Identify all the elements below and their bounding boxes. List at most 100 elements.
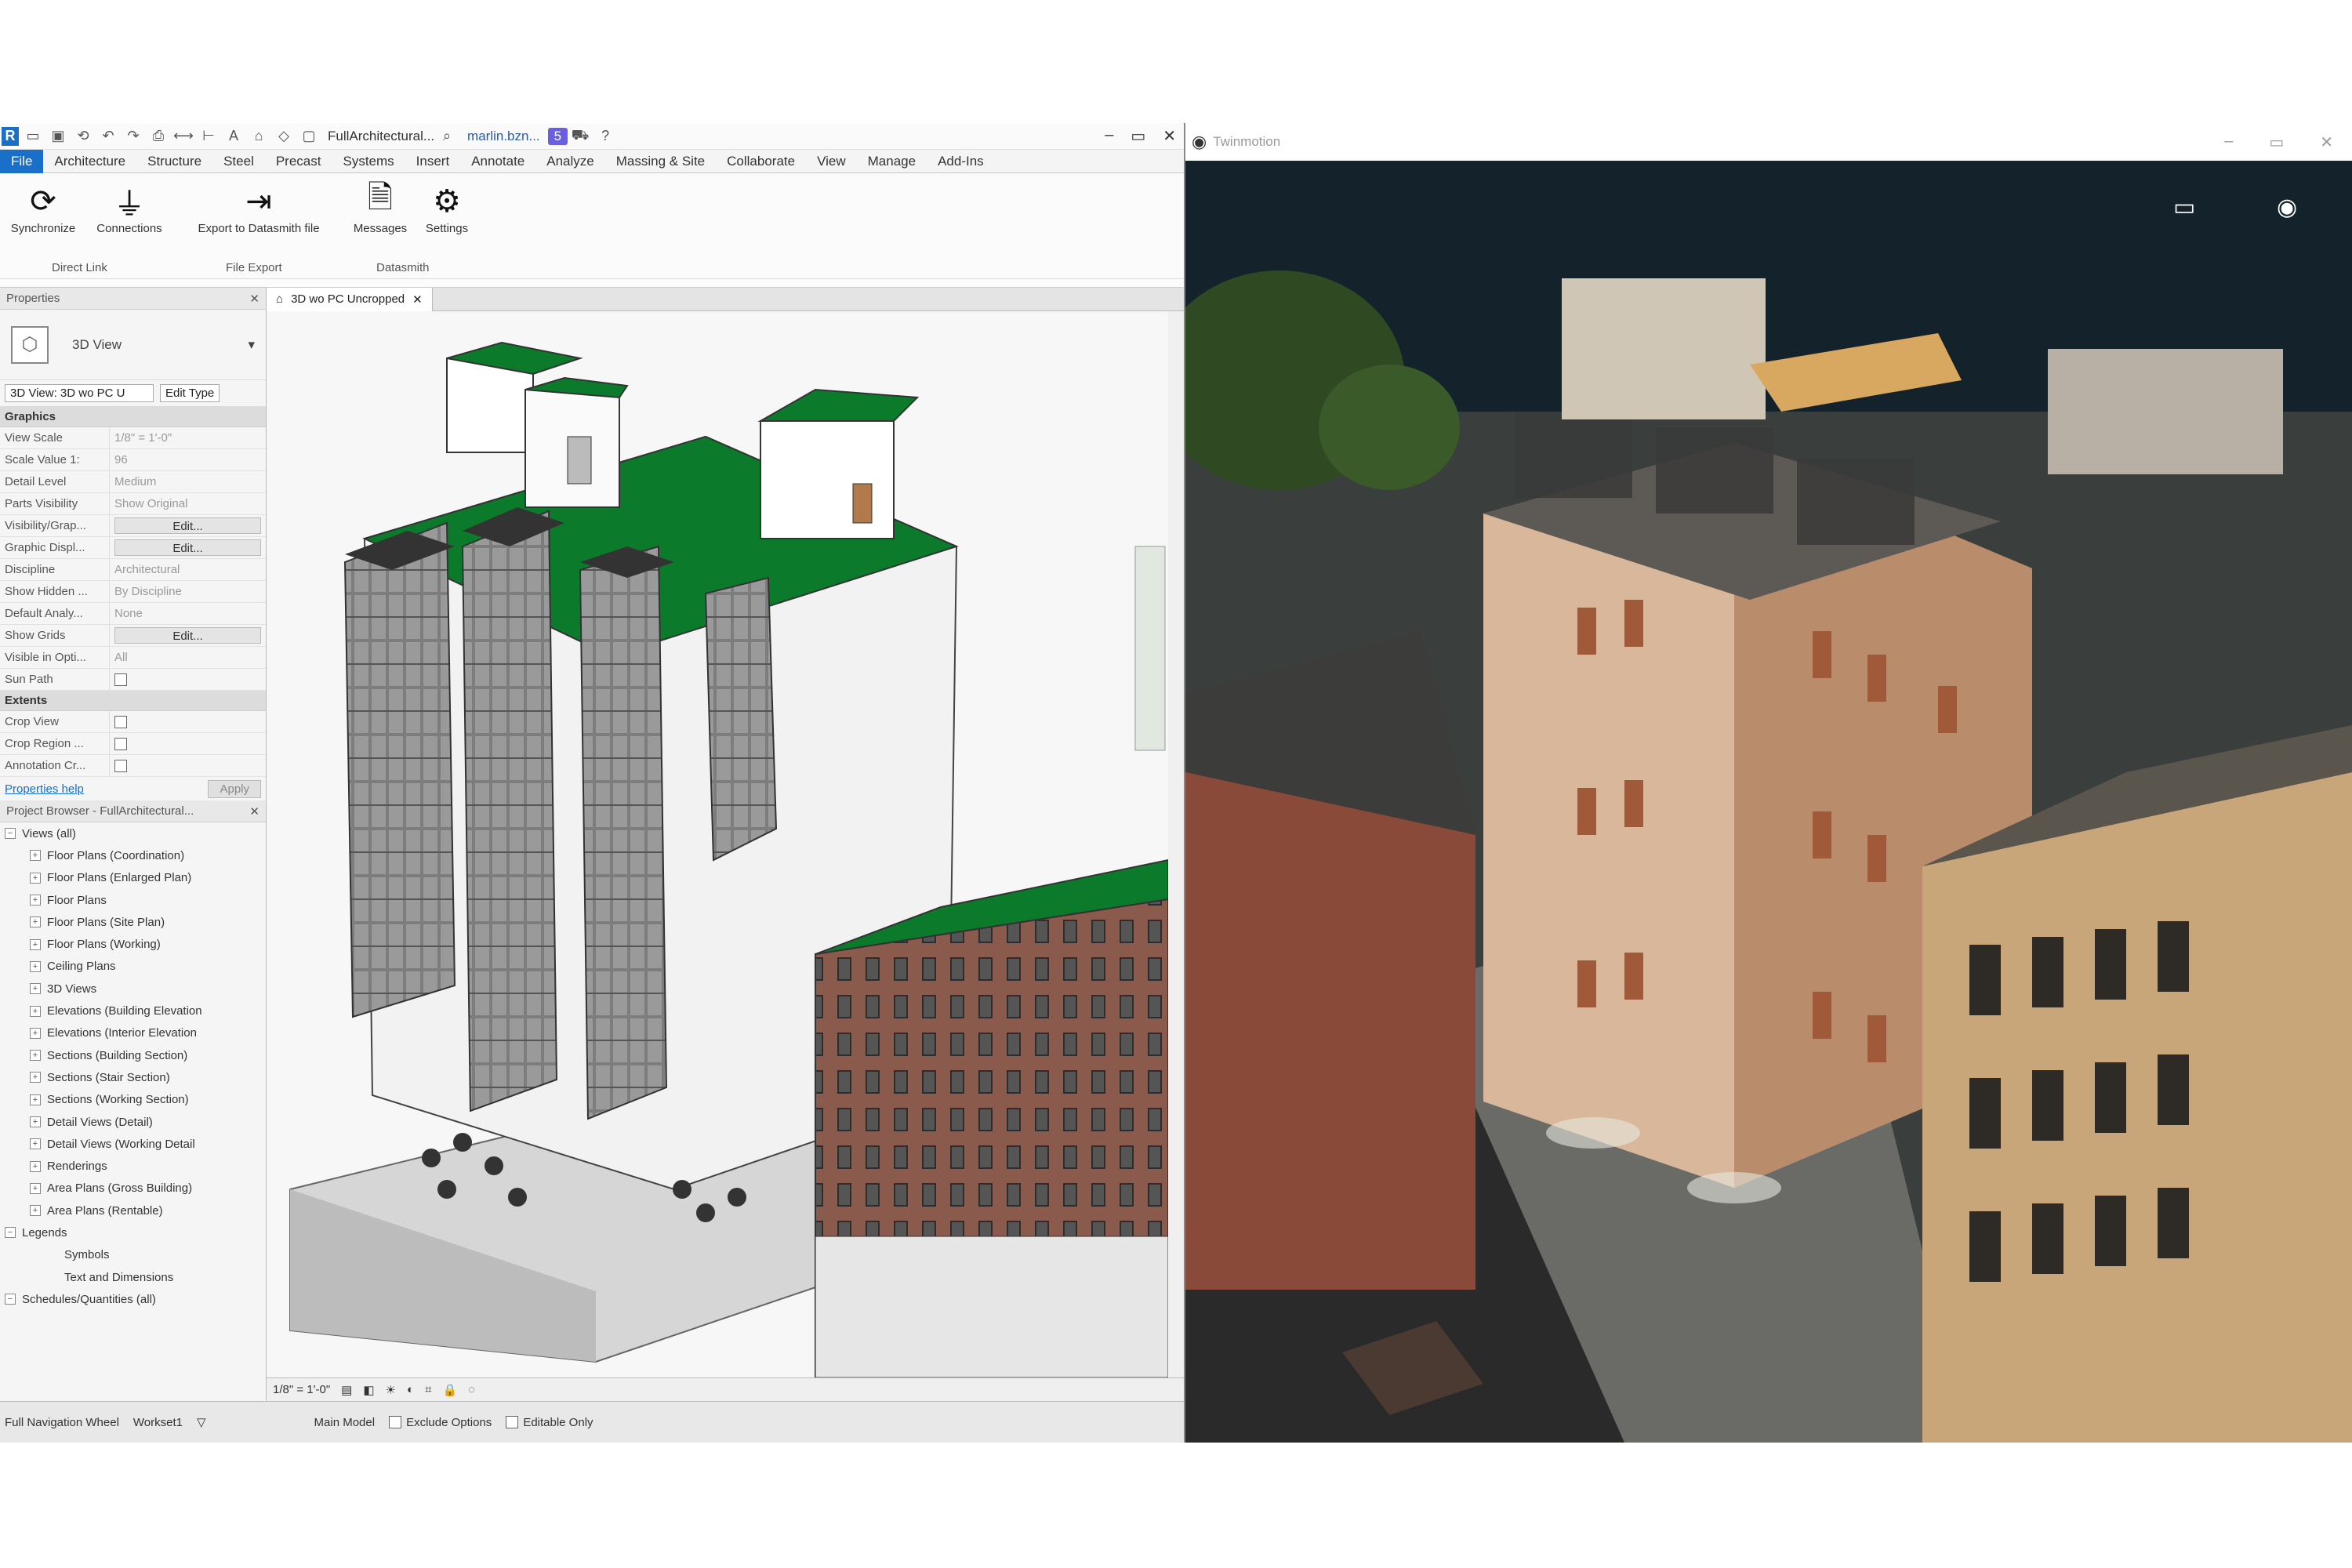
expand-icon[interactable]: + xyxy=(30,938,41,950)
view-eye-icon[interactable]: ◉ xyxy=(2277,194,2297,221)
property-value[interactable]: By Discipline xyxy=(110,581,266,602)
redo-icon[interactable]: ↷ xyxy=(122,127,144,146)
property-checkbox[interactable] xyxy=(110,755,266,776)
close-properties-icon[interactable]: ✕ xyxy=(249,292,260,306)
browser-node[interactable]: + Detail Views (Working Detail xyxy=(0,1133,266,1155)
browser-node[interactable]: − Schedules/Quantities (all) xyxy=(0,1288,266,1310)
text-icon[interactable]: A xyxy=(223,127,245,146)
view-tab-3d[interactable]: ⌂ 3D wo PC Uncropped ✕ xyxy=(267,287,433,311)
expand-icon[interactable]: + xyxy=(30,916,41,928)
browser-node[interactable]: + Floor Plans xyxy=(0,889,266,911)
browser-node[interactable]: + Sections (Working Section) xyxy=(0,1089,266,1111)
type-selector[interactable]: ⬡ 3D View ▾ xyxy=(0,310,266,380)
editable-only-checkbox[interactable]: Editable Only xyxy=(506,1415,593,1429)
browser-node[interactable]: − Views (all) xyxy=(0,822,266,844)
browser-node[interactable]: + Area Plans (Rentable) xyxy=(0,1200,266,1221)
expand-icon[interactable]: + xyxy=(30,1027,41,1039)
detail-level-icon[interactable]: ▤ xyxy=(341,1383,352,1397)
property-value[interactable]: 96 xyxy=(110,449,266,470)
tab-precast[interactable]: Precast xyxy=(265,150,332,173)
property-edit-button[interactable]: Edit... xyxy=(114,539,261,556)
close-icon[interactable]: ✕ xyxy=(1163,126,1176,146)
3d-view-icon[interactable]: ⌂ xyxy=(248,127,270,146)
property-value[interactable]: Medium xyxy=(110,471,266,492)
expand-icon[interactable]: + xyxy=(30,983,41,995)
synchronize-button[interactable]: ⟳ Synchronize xyxy=(0,181,86,235)
properties-help-link[interactable]: Properties help xyxy=(5,782,84,796)
workset-select[interactable]: Workset1 xyxy=(133,1416,183,1429)
tab-view[interactable]: View xyxy=(806,150,857,173)
settings-button[interactable]: ⚙ Settings xyxy=(408,181,486,235)
browser-node[interactable]: − Legends xyxy=(0,1221,266,1243)
close-browser-icon[interactable]: ✕ xyxy=(249,804,260,818)
tw-close-icon[interactable]: ✕ xyxy=(2320,132,2333,152)
group-graphics[interactable]: Graphics xyxy=(0,407,266,427)
save-icon[interactable]: ▣ xyxy=(47,127,69,146)
property-value[interactable]: None xyxy=(110,603,266,624)
tab-insert[interactable]: Insert xyxy=(405,150,461,173)
shadows-icon[interactable]: ◐ xyxy=(407,1383,414,1396)
expand-icon[interactable]: + xyxy=(30,1005,41,1017)
measure-icon[interactable]: ⟷ xyxy=(172,127,194,146)
browser-node[interactable]: + Elevations (Interior Elevation xyxy=(0,1022,266,1044)
browser-node[interactable]: +Text and Dimensions xyxy=(0,1266,266,1288)
expand-icon[interactable]: − xyxy=(5,828,16,840)
browser-node[interactable]: +Symbols xyxy=(0,1244,266,1266)
search-icon[interactable]: ⌕ xyxy=(436,127,458,146)
property-value[interactable]: All xyxy=(110,647,266,668)
expand-icon[interactable]: + xyxy=(30,1072,41,1083)
tw-minimize-icon[interactable]: – xyxy=(2224,132,2233,152)
tab-analyze[interactable]: Analyze xyxy=(535,150,604,173)
group-extents[interactable]: Extents xyxy=(0,691,266,711)
dimension-icon[interactable]: ⊢ xyxy=(198,127,220,146)
expand-icon[interactable]: + xyxy=(30,850,41,862)
export-datasmith-button[interactable]: ⇥ Export to Datasmith file xyxy=(180,181,337,235)
sun-path-icon[interactable]: ☀ xyxy=(386,1383,396,1397)
minimize-icon[interactable]: – xyxy=(1105,126,1113,146)
cart-icon[interactable]: ⛟ xyxy=(569,127,591,146)
browser-node[interactable]: + Sections (Building Section) xyxy=(0,1044,266,1066)
tab-steel[interactable]: Steel xyxy=(212,150,265,173)
sync-icon[interactable]: ⟲ xyxy=(72,127,94,146)
design-option-select[interactable]: Main Model xyxy=(314,1416,376,1429)
hide-icon[interactable]: ◌ xyxy=(468,1383,475,1396)
browser-node[interactable]: + Elevations (Building Elevation xyxy=(0,1000,266,1022)
expand-icon[interactable]: + xyxy=(30,895,41,906)
browser-node[interactable]: + Renderings xyxy=(0,1155,266,1177)
notification-badge[interactable]: 5 xyxy=(547,127,568,145)
visual-style-icon[interactable]: ◧ xyxy=(363,1383,374,1397)
tw-maximize-icon[interactable]: ▭ xyxy=(2269,132,2284,152)
screen-mode-icon[interactable]: ▭ xyxy=(2173,194,2195,221)
chevron-down-icon[interactable]: ▾ xyxy=(248,337,255,353)
browser-node[interactable]: + Detail Views (Detail) xyxy=(0,1111,266,1133)
close-hidden-icon[interactable]: ▢ xyxy=(298,127,320,146)
browser-node[interactable]: + Floor Plans (Working) xyxy=(0,933,266,955)
tab-systems[interactable]: Systems xyxy=(332,150,405,173)
tab-manage[interactable]: Manage xyxy=(857,150,927,173)
revit-3d-canvas[interactable] xyxy=(267,311,1168,1377)
tab-collaborate[interactable]: Collaborate xyxy=(716,150,806,173)
open-icon[interactable]: ▭ xyxy=(22,127,44,146)
expand-icon[interactable]: + xyxy=(30,1050,41,1062)
property-value[interactable]: 1/8" = 1'-0" xyxy=(110,427,266,448)
property-value[interactable]: Show Original xyxy=(110,493,266,514)
undo-icon[interactable]: ↶ xyxy=(97,127,119,146)
expand-icon[interactable]: + xyxy=(30,872,41,884)
view-scale[interactable]: 1/8" = 1'-0" xyxy=(273,1383,330,1396)
property-checkbox[interactable] xyxy=(110,669,266,690)
tab-file[interactable]: File xyxy=(0,149,44,173)
expand-icon[interactable]: + xyxy=(30,1116,41,1127)
apply-button[interactable]: Apply xyxy=(208,779,261,798)
user-account[interactable]: marlin.bzn... xyxy=(467,129,540,144)
help-icon[interactable]: ? xyxy=(594,127,616,146)
browser-node[interactable]: + Floor Plans (Site Plan) xyxy=(0,911,266,933)
property-edit-button[interactable]: Edit... xyxy=(114,627,261,644)
twinmotion-render-viewport[interactable] xyxy=(1185,161,2352,1443)
edit-type-button[interactable]: Edit Type xyxy=(160,384,220,402)
expand-icon[interactable]: + xyxy=(30,960,41,972)
browser-node[interactable]: + Floor Plans (Enlarged Plan) xyxy=(0,867,266,889)
tab-add-ins[interactable]: Add-Ins xyxy=(927,150,995,173)
section-icon[interactable]: ◇ xyxy=(273,127,295,146)
expand-icon[interactable]: + xyxy=(30,1094,41,1105)
browser-node[interactable]: + Area Plans (Gross Building) xyxy=(0,1178,266,1200)
